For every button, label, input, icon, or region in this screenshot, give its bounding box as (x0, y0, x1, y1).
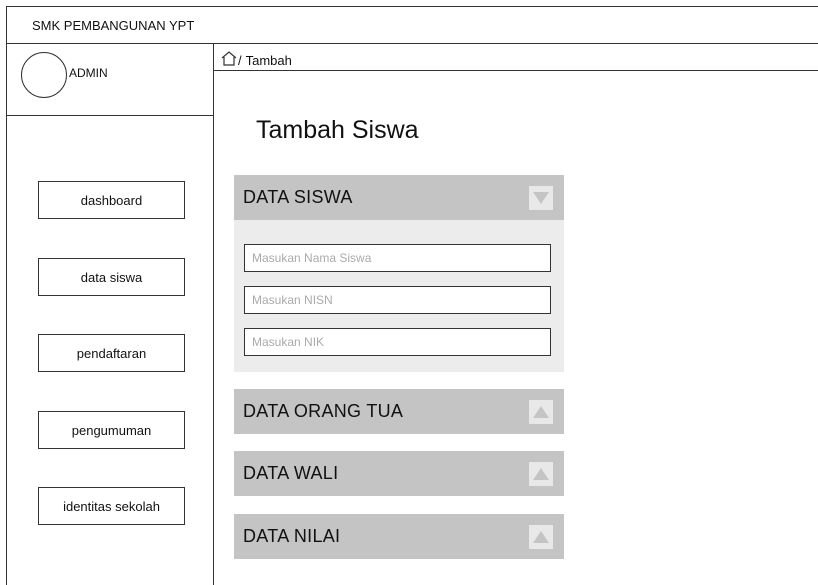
app-title: SMK PEMBANGUNAN YPT (32, 18, 195, 33)
sidebar-item-pendaftaran[interactable]: pendaftaran (38, 334, 185, 372)
sidebar-item-identitas-sekolah[interactable]: identitas sekolah (38, 487, 185, 525)
chevron-up-icon[interactable] (529, 525, 553, 549)
page-title: Tambah Siswa (256, 116, 419, 144)
home-icon[interactable] (221, 51, 238, 69)
sidebar-item-data-siswa[interactable]: data siswa (38, 258, 185, 296)
breadcrumb-separator: / (238, 52, 242, 68)
sidebar-left-border (6, 44, 7, 585)
profile-separator (6, 115, 213, 116)
nama-siswa-input[interactable] (244, 244, 551, 272)
avatar[interactable] (21, 52, 67, 98)
section-data-siswa-header[interactable]: DATA SISWA (234, 175, 564, 220)
section-data-nilai-label: DATA NILAI (243, 526, 341, 546)
chevron-up-icon[interactable] (529, 462, 553, 486)
nisn-input[interactable] (244, 286, 551, 314)
section-data-orang-tua-header[interactable]: DATA ORANG TUA (234, 389, 564, 434)
section-data-orang-tua-label: DATA ORANG TUA (243, 401, 404, 421)
profile-name: ADMIN (69, 66, 108, 80)
sidebar-divider (213, 44, 214, 585)
nik-input[interactable] (244, 328, 551, 356)
section-data-siswa-label: DATA SISWA (243, 187, 353, 207)
section-data-nilai-header[interactable]: DATA NILAI (234, 514, 564, 559)
breadcrumb: / Tambah (221, 51, 292, 69)
section-data-wali-header[interactable]: DATA WALI (234, 451, 564, 496)
chevron-up-icon[interactable] (529, 400, 553, 424)
section-data-wali-label: DATA WALI (243, 463, 339, 483)
chevron-down-icon[interactable] (529, 186, 553, 210)
sidebar-item-pengumuman[interactable]: pengumuman (38, 411, 185, 449)
sidebar-item-dashboard[interactable]: dashboard (38, 181, 185, 219)
top-bar: SMK PEMBANGUNAN YPT (6, 6, 818, 44)
breadcrumb-divider (213, 70, 818, 71)
breadcrumb-current[interactable]: Tambah (246, 53, 292, 68)
